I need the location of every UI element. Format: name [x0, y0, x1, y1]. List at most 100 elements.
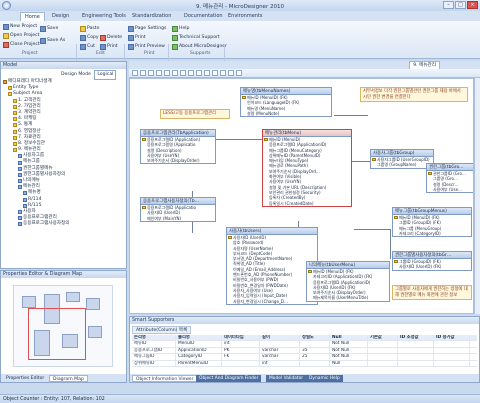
diagram-note[interactable]: 그룹별로 사용자에게 권한하는 방정에 대해 권한별로 메뉴 화면에 관한 정보 [392, 285, 472, 300]
entity-box[interactable]: 나의메뉴(tbUserMenu) 메뉴ID (MenuID) (FK) 카테고리ID… [306, 261, 390, 302]
zoom-in-icon[interactable] [180, 70, 186, 76]
table-cell [434, 360, 470, 366]
open-project-button[interactable]: Open Project [3, 32, 39, 40]
delete-button[interactable]: Delete [100, 34, 122, 42]
entity-attribute[interactable]: 사용자ID (UserID) (FK) [393, 264, 471, 269]
entity-box[interactable]: 권한그룹(tbGro… 권한그룹ID (Gro… 그룹명 (Gro… 설명 (Desc… [426, 163, 473, 194]
page-settings-button[interactable]: Page Settings [128, 25, 166, 33]
tab-dynamic-help[interactable]: Dynamic Help [306, 375, 343, 382]
tab-model-validator[interactable]: Model Validator [266, 375, 307, 382]
minimize-button[interactable]: – [443, 1, 454, 9]
print-edit-button[interactable]: Print [100, 43, 118, 51]
entity-box[interactable]: 메뉴관리(tbMenu) 메뉴ID (MenuID) 응용프로그램ID (Appli… [262, 129, 352, 207]
entity-attribute-label: 메뉴ID (MenuID) (FK) [247, 95, 288, 100]
group-label-project: Project [22, 51, 38, 56]
undo-icon[interactable] [228, 70, 234, 76]
print-button[interactable]: Print [128, 34, 146, 42]
tab-environments[interactable]: Environments [224, 12, 267, 21]
relation-icon[interactable] [156, 70, 162, 76]
table-row[interactable]: 상위메뉴ID ParentMenuID int Null [132, 360, 477, 367]
technical-support-button[interactable]: Technical Support [172, 34, 220, 42]
entity-box[interactable]: 응용프로그램사용자정의(Tb… 응용프로그램ID (Applicatio 사용자ID… [140, 197, 216, 222]
tab-home[interactable]: Home [20, 12, 45, 21]
entity-attribute[interactable]: 메인여부 (MainYN) [141, 216, 215, 221]
diagram-map[interactable] [13, 285, 113, 367]
copy-button[interactable]: Copy [80, 34, 99, 42]
about-button[interactable]: About MicroDesigner [172, 43, 227, 51]
key-icon [242, 96, 246, 99]
pointer-icon[interactable] [132, 70, 138, 76]
new-project-button[interactable]: New Project [3, 23, 37, 31]
entity-attribute-label: 메뉴그룹ID (MenuCategory) [269, 147, 322, 153]
tab-standardization[interactable]: Standardization [128, 12, 175, 21]
entity-box[interactable]: 사용자(tbUsers) 사용자ID (UserID) 암호 (Password) 사… [226, 227, 318, 305]
grid-column-header[interactable]: Null [330, 335, 368, 341]
tab-properties-editor[interactable]: Properties Editor [3, 375, 47, 382]
key-icon [228, 236, 232, 239]
tab-documentation[interactable]: Documentation [180, 12, 227, 21]
diagram-toolbar [129, 69, 480, 78]
zoom-out-icon[interactable] [188, 70, 194, 76]
tab-object-diagram-finder[interactable]: Object And Diagram Finder [196, 375, 262, 382]
grid-column-header[interactable]: 길이 [260, 335, 300, 341]
grid-column-header[interactable]: 정밀도 [300, 335, 330, 341]
map-viewport[interactable] [28, 308, 86, 360]
entity-icon[interactable] [148, 70, 154, 76]
grid-column-header[interactable]: 물리명 [176, 335, 222, 341]
tree-item[interactable]: 응용프로그램사용자정의 [3, 221, 124, 227]
entity-box[interactable]: 권한그룹별사용자정의(tbGr… 그룹ID (GroupID) (FK) 사용자ID… [392, 251, 472, 271]
redo-icon[interactable] [236, 70, 242, 76]
text-icon[interactable] [164, 70, 170, 76]
status-bar: Object Counter : Entity: 107, Relation: … [0, 394, 480, 403]
link-icon[interactable] [220, 70, 226, 76]
attribute-list-tab[interactable]: Attribute(Column) 목록 [132, 326, 192, 334]
save-icon [40, 26, 46, 32]
tab-design[interactable]: Design [48, 12, 73, 21]
print-preview-button[interactable]: Print Preview [128, 43, 165, 51]
close-project-button[interactable]: Close Project [3, 41, 40, 49]
entity-box[interactable]: 메뉴그룹(tbGroupMenus) 메뉴ID (MenuID) (FK) 그룹ID… [392, 207, 472, 238]
entity-attribute[interactable]: 보여주기순서 (DisplayOrder) [141, 158, 215, 163]
maximize-button[interactable]: □ [455, 1, 466, 9]
entity-attribute[interactable]: 설명 (MenuNote) [241, 111, 331, 116]
grid-column-header[interactable]: 논리명 [132, 335, 176, 341]
cut-button[interactable]: Cut [80, 43, 95, 51]
vertical-scrollbar[interactable] [474, 78, 480, 314]
grid-column-header[interactable]: ID 증가값 [434, 335, 470, 341]
entity-attribute[interactable]: 카테고리 (CategoryID) [393, 231, 471, 236]
grid-column-header[interactable]: 데이터타입 [222, 335, 260, 341]
entity-attribute-label: 부서명_AD (DepartmentName) [233, 256, 293, 262]
hand-icon[interactable] [140, 70, 146, 76]
entity-attribute[interactable]: 사용여부 (Use… [427, 187, 473, 192]
paste-button[interactable]: Paste [80, 25, 99, 33]
grid-column-header[interactable]: ID 조정값 [398, 335, 434, 341]
diagram-canvas[interactable]: LESS/고동 응용프로그램관리 서부서정보 다각 권한그룹별관련 권한그룹 재용… [129, 78, 474, 314]
grid-icon[interactable] [212, 70, 218, 76]
entity-box[interactable]: 사용자그룹(tbGroup) 사용자그룹ID (UserGroupID) 그룹명 (… [370, 149, 434, 169]
entity-box[interactable]: 메뉴명(tbMenuNames) 메뉴ID (MenuID) (FK) 언어코드 (… [240, 87, 332, 118]
entity-attribute[interactable]: 메뉴제목이름 (UserMenuTitle) [307, 295, 389, 300]
align-icon[interactable] [204, 70, 210, 76]
tab-diagram-map[interactable]: Diagram Map [49, 375, 88, 382]
save-as-button[interactable]: Save As [40, 37, 65, 45]
help-button[interactable]: Help [172, 25, 189, 33]
table-icon [23, 197, 27, 202]
entity-attribute[interactable]: 그룹명 (GroupName) [371, 162, 433, 167]
fit-icon[interactable] [196, 70, 202, 76]
diagram-note[interactable]: 서부서정보 다각 권한그룹별관련 권한그룹 재용 바에서 시민 권한 변경을 연… [360, 87, 468, 102]
entity-box[interactable]: 응용프로그램관리(TbApplication) 응용프로그램ID (Applica… [140, 129, 216, 165]
diagram-note[interactable]: LESS/고동 응용프로그램관리 [160, 109, 230, 119]
table-cell: varchar [260, 347, 300, 354]
grid-column-header[interactable]: 기본값 [368, 335, 398, 341]
close-button[interactable]: × [467, 1, 478, 9]
entity-attribute-label: 보안관리 권한설정 (Security) [269, 189, 321, 195]
entity-attribute-label: 사용자ID (UserID) (FK) [399, 264, 442, 270]
tab-object-information-viewer[interactable]: Object Information Viewer [132, 375, 198, 382]
entity-attribute-label: 등록자 (CreatedBy) [269, 195, 306, 201]
tab-engineering-tools[interactable]: Engineering Tools [78, 12, 130, 21]
save-button[interactable]: Save [40, 25, 58, 33]
entity-attribute[interactable]: 사용자_변경일시 (Change_D… [227, 299, 317, 304]
close-project-icon [3, 42, 9, 48]
entity-attribute[interactable]: 등록일시 (CreatedDate) [263, 201, 351, 206]
note-icon[interactable] [172, 70, 178, 76]
